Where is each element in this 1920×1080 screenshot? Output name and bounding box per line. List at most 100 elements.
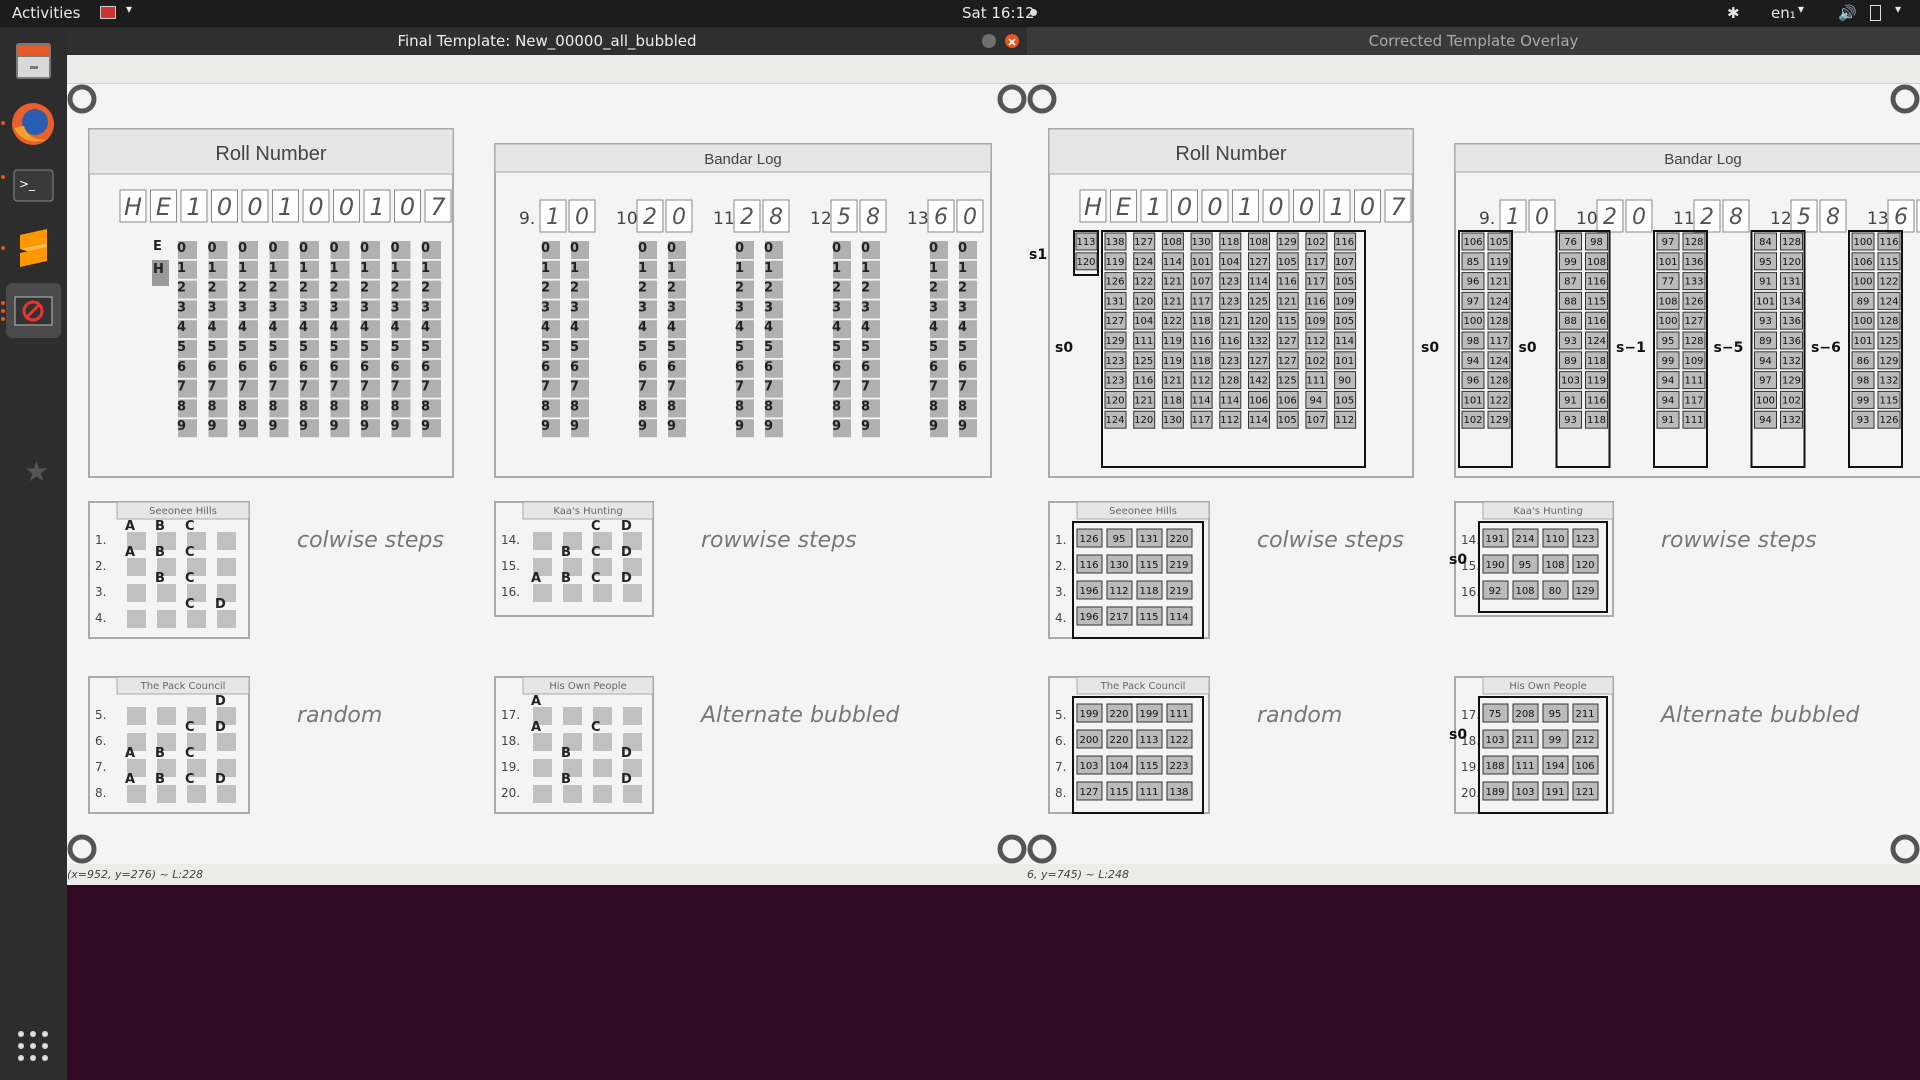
overlay-value: 108 [1163,237,1182,248]
sublime-text-icon[interactable] [6,221,61,276]
handwritten-digit: 0 [1360,193,1375,221]
overlay-value: 116 [1587,395,1606,406]
bubble-label: 0 [360,241,369,256]
grid-dot [18,1055,24,1061]
overlay-value: 129 [1278,237,1297,248]
language-indicator[interactable]: en₁ [1771,4,1796,22]
overlay-value: 129 [1575,586,1594,597]
overlay-value: 98 [1857,376,1870,387]
bubble-label: 5 [958,340,967,355]
bubble-label: 5 [177,340,186,355]
overlay-value: 117 [1306,277,1325,288]
bubble [127,610,146,628]
overlay-image[interactable]: Roll Number H E 1 0 0 1 0 0 1 0 7 Bandar Log 9. 1 0 10. 2… [1027,84,1920,864]
clock[interactable]: Sat 16:12 [962,4,1035,22]
option-label: A [125,746,135,761]
bubble-label: 1 [208,261,217,276]
option-label: D [621,571,632,586]
bubble-label: 2 [360,281,369,296]
handwritten-digit: 0 [1177,193,1192,221]
bubble-label: 0 [238,241,247,256]
bubble-label: 6 [299,360,308,375]
bluetooth-icon[interactable]: ✱ [1727,4,1740,22]
section-title: The Pack Council [1100,681,1186,692]
template-image[interactable]: Roll Number H E 1 0 0 1 0 0 1 0 7 0 1 2 3 4 5 6 7 8 9 0 1 2 3 4 5 6 7… [67,84,1027,864]
firefox-icon[interactable] [6,96,61,151]
bubble-label: 0 [391,241,400,256]
bubble-label: 3 [541,300,550,315]
overlay-value: 94 [1759,356,1772,367]
activities-button[interactable]: Activities [12,4,80,22]
overlay-value: 105 [1489,237,1508,248]
bubble [187,785,206,803]
bubble-label: 9 [421,419,430,434]
bubble-label: 8 [330,399,339,414]
handwritten-digit: 7 [1390,193,1406,221]
question-number: 6. [95,734,106,748]
minimize-button[interactable] [982,34,996,48]
overlay-value: 106 [1249,395,1268,406]
bubble-label: 9 [861,419,870,434]
language-chevron-icon[interactable]: ▾ [1798,2,1804,16]
final-template-window[interactable]: Final Template: New_00000_all_bubbled Ro… [67,27,1027,885]
overlay-value: 91 [1662,415,1675,426]
overlay-value: 129 [1105,336,1124,347]
app-grid-icon[interactable] [14,1027,52,1069]
files-icon[interactable] [6,33,61,88]
window-menu-icon[interactable] [100,6,116,19]
overlay-value: 99 [1662,356,1675,367]
handwritten-note: rowwise steps [1661,528,1817,553]
bubble-label: 6 [832,360,841,375]
overlay-value: 212 [1575,735,1594,746]
overlay-value: 130 [1192,237,1211,248]
terminal-icon[interactable]: >_ [6,158,61,213]
running-indicator [1,317,5,321]
system-menu-chevron-icon[interactable]: ▾ [1895,2,1901,16]
opencv-window-icon[interactable] [6,283,61,338]
star-icon[interactable]: ★ [24,455,49,488]
overlay-value: 114 [1220,395,1239,406]
bubble-label: 8 [570,399,579,414]
battery-icon[interactable] [1870,5,1881,21]
volume-icon[interactable]: 🔊 [1838,4,1857,22]
shift-label: s0 [1449,552,1467,568]
bubble-label: 1 [269,261,278,276]
question-number: 6. [1055,734,1066,748]
bubble-label: 5 [638,340,647,355]
overlay-value: 94 [1310,395,1323,406]
window-title-bar[interactable]: Final Template: New_00000_all_bubbled [67,27,1027,55]
overlay-value: 111 [1169,709,1188,720]
bubble-label: 3 [299,300,308,315]
bubble [593,733,612,751]
overlay-value: 101 [1335,356,1354,367]
dock: >_ ★ [0,27,67,1080]
bubble-label: 4 [929,320,938,335]
bubble-label: 0 [330,241,339,256]
overlay-value: 125 [1278,376,1297,387]
bubble-label: 7 [360,380,369,395]
bubble-label: 6 [541,360,550,375]
bubble-label: 3 [269,300,278,315]
question-number: 5. [95,708,106,722]
overlay-value: 126 [1879,415,1898,426]
overlay-value: 77 [1662,277,1675,288]
window-title-bar[interactable]: Corrected Template Overlay [1027,27,1920,55]
overlay-value: 123 [1220,356,1239,367]
option-label: C [591,571,601,586]
bubble-label: 5 [570,340,579,355]
bubble-label: 4 [541,320,550,335]
bubble-label: 7 [764,380,773,395]
close-button[interactable] [1005,34,1019,48]
bubble-label: 2 [958,281,967,296]
overlay-value: 112 [1109,586,1128,597]
overlay-window[interactable]: Corrected Template Overlay Roll Number H E… [1027,27,1920,885]
handwritten-digit: 8 [1826,205,1840,230]
bubble-label: 2 [735,281,744,296]
bubble-label: 6 [330,360,339,375]
bubble-label: 1 [391,261,400,276]
section-title: His Own People [549,681,626,692]
option-label: D [621,519,632,534]
window-menu-chevron-icon[interactable]: ▾ [126,2,132,16]
bubble-label: 7 [929,380,938,395]
question-number: 3. [95,585,106,599]
